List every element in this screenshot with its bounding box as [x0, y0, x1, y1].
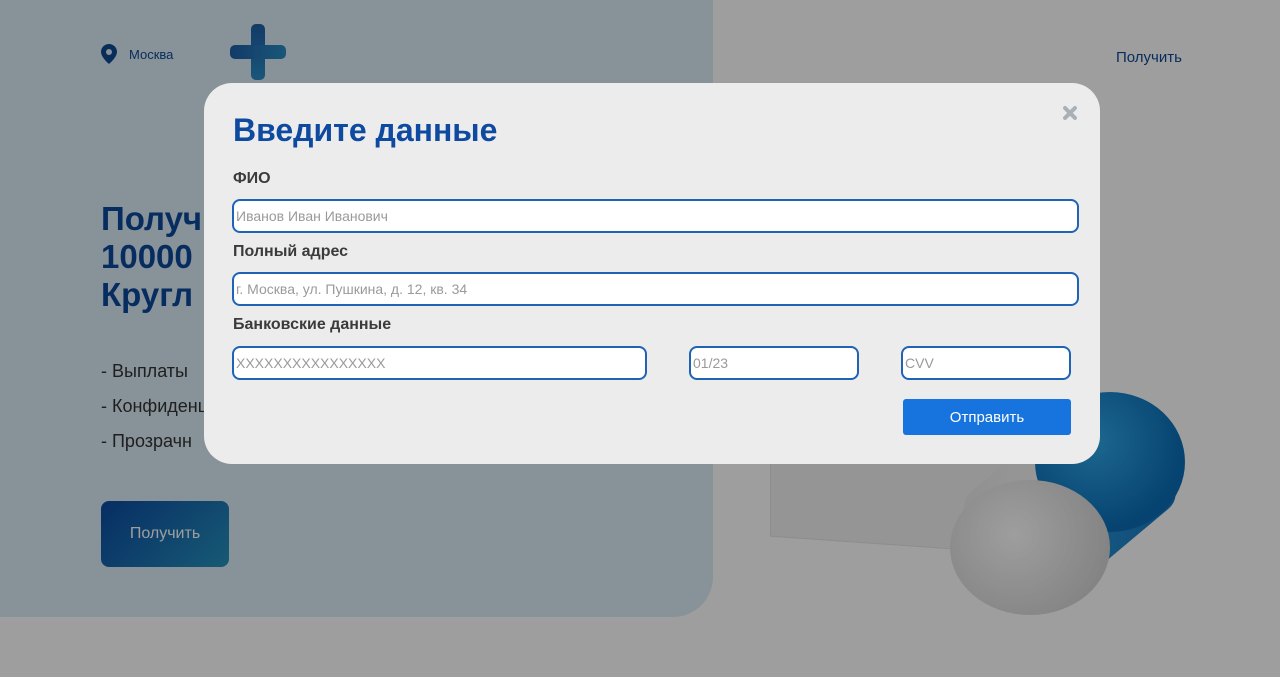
cvv-input[interactable]: [901, 346, 1071, 380]
card-number-input[interactable]: [232, 346, 647, 380]
data-entry-modal: Введите данные ФИО Полный адрес Банковск…: [204, 83, 1100, 464]
address-label: Полный адрес: [233, 243, 349, 260]
submit-button[interactable]: Отправить: [903, 399, 1071, 435]
fio-input[interactable]: [232, 199, 1079, 233]
fio-label: ФИО: [233, 170, 271, 187]
expiry-input[interactable]: [689, 346, 859, 380]
bank-label: Банковские данные: [233, 316, 392, 333]
modal-title: Введите данные: [233, 112, 498, 148]
close-icon[interactable]: [1060, 103, 1080, 123]
address-input[interactable]: [232, 272, 1079, 306]
